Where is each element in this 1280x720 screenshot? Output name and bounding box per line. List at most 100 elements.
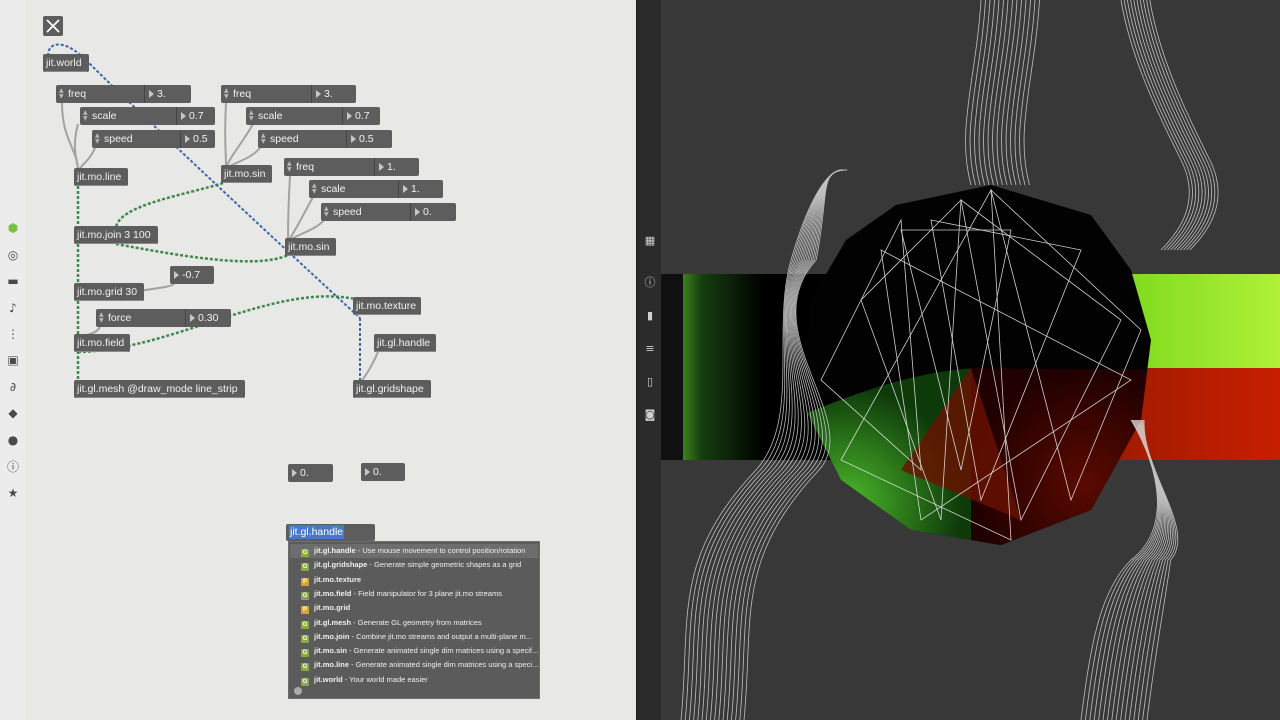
number-arrow-icon bbox=[415, 208, 420, 216]
number-arrow-icon bbox=[174, 271, 179, 279]
number-arrow-icon bbox=[292, 469, 297, 477]
autocomplete-item[interactable]: Gjit.gl.mesh - Generate GL geometry from… bbox=[290, 616, 538, 630]
object-label: jit.gl.gridshape bbox=[356, 383, 424, 395]
scale-attrui[interactable]: ▲ ▼ scale 0.7 bbox=[80, 107, 215, 125]
speed-attrui[interactable]: ▲ ▼ speed 0.5 bbox=[92, 130, 215, 148]
jit-gl-mesh-object[interactable]: jit.gl.mesh @draw_mode line_strip bbox=[74, 380, 245, 398]
autocomplete-item[interactable]: Pjit.mo.texture bbox=[290, 573, 538, 587]
autocomplete-item[interactable]: Gjit.mo.line - Generate animated single … bbox=[290, 658, 538, 672]
jit-mo-join-object[interactable]: jit.mo.join 3 100 bbox=[74, 226, 158, 244]
toggle-button[interactable] bbox=[43, 16, 63, 36]
speed-attrui[interactable]: ▲ ▼ speed 0. bbox=[321, 203, 456, 221]
autocomplete-item-name: jit.mo.sin bbox=[314, 646, 347, 656]
plug-icon[interactable]: ◆ bbox=[5, 405, 21, 421]
object-badge-icon: G bbox=[301, 563, 309, 572]
number-box-b[interactable]: 0. bbox=[361, 463, 405, 481]
attr-value[interactable]: 0.5 bbox=[346, 130, 374, 148]
attr-value[interactable]: 0.7 bbox=[176, 107, 204, 125]
autocomplete-item[interactable]: Gjit.gl.handle - Use mouse movement to c… bbox=[290, 544, 538, 558]
autocomplete-item[interactable]: Gjit.mo.sin - Generate animated single d… bbox=[290, 644, 538, 658]
freq-attrui[interactable]: ▲ ▼ freq 3. bbox=[221, 85, 356, 103]
jit-mo-grid-object[interactable]: jit.mo.grid 30 bbox=[74, 283, 144, 301]
number-box-a[interactable]: 0. bbox=[288, 464, 333, 482]
autocomplete-item[interactable]: Gjit.mo.join - Combine jit.mo streams an… bbox=[290, 630, 538, 644]
paperclip-icon[interactable]: ∂ bbox=[5, 379, 21, 395]
image-icon[interactable]: ▣ bbox=[5, 352, 21, 368]
jit-mo-line-object[interactable]: jit.mo.line bbox=[74, 168, 128, 186]
autocomplete-item[interactable]: Gjit.world - Your world made easier bbox=[290, 673, 538, 687]
jit-mo-sin-object[interactable]: jit.mo.sin bbox=[285, 238, 336, 256]
number-arrow-icon bbox=[181, 112, 186, 120]
jit-gl-handle-object[interactable]: jit.gl.handle bbox=[374, 334, 436, 352]
autocomplete-item-name: jit.gl.gridshape bbox=[314, 560, 368, 570]
camera-icon[interactable]: ◙ bbox=[642, 406, 658, 422]
autocomplete-item-name: jit.gl.handle bbox=[314, 546, 356, 555]
cube-icon[interactable]: ⬢ bbox=[5, 220, 21, 236]
grid-icon[interactable]: ▦ bbox=[642, 232, 658, 248]
speed-attrui[interactable]: ▲ ▼ speed 0.5 bbox=[258, 130, 392, 148]
attr-value[interactable]: 3. bbox=[144, 85, 166, 103]
autocomplete-item-name: jit.mo.line bbox=[314, 660, 350, 670]
scale-attrui[interactable]: ▲ ▼ scale 0.7 bbox=[246, 107, 380, 125]
autocomplete-item[interactable]: Gjit.mo.field - Field manipulator for 3 … bbox=[290, 587, 538, 601]
attr-value[interactable]: 0.7 bbox=[342, 107, 370, 125]
settings-dot-icon[interactable] bbox=[294, 687, 302, 695]
autocomplete-item[interactable]: Pjit.mo.grid bbox=[290, 601, 538, 615]
render-output bbox=[661, 0, 1280, 720]
object-badge-icon: G bbox=[301, 634, 309, 643]
object-badge-icon: G bbox=[301, 591, 309, 600]
autocomplete-item-name: jit.mo.field bbox=[314, 588, 352, 598]
freq-attrui[interactable]: ▲ ▼ freq 3. bbox=[56, 85, 191, 103]
note-icon[interactable]: ♪ bbox=[5, 300, 21, 316]
attr-value[interactable]: 3. bbox=[311, 85, 333, 103]
pin-icon[interactable]: ● bbox=[5, 432, 21, 448]
target-icon[interactable]: ◎ bbox=[5, 247, 21, 263]
scale-attrui[interactable]: ▲ ▼ scale 1. bbox=[309, 180, 443, 198]
jit-mo-texture-object[interactable]: jit.mo.texture bbox=[353, 297, 421, 315]
object-label: jit.mo.texture bbox=[356, 300, 417, 312]
new-object-box[interactable]: jit.gl.handle bbox=[286, 524, 375, 541]
patcher-canvas[interactable]: jit.world ▲ ▼ freq 3. ▲ ▼ scale 0.7 ▲ ▼ spe… bbox=[26, 0, 636, 720]
film-icon[interactable]: ▬ bbox=[5, 273, 21, 289]
attr-value[interactable]: 0. bbox=[410, 203, 432, 221]
object-label: jit.mo.grid 30 bbox=[77, 286, 138, 298]
autocomplete-item-description: - Field manipulator for 3 plane jit.mo s… bbox=[351, 588, 502, 598]
autocomplete-item-description: - Use mouse movement to control position… bbox=[355, 546, 526, 555]
freq-attrui[interactable]: ▲ ▼ freq 1. bbox=[284, 158, 419, 176]
autocomplete-item[interactable]: Gjit.gl.gridshape - Generate simple geom… bbox=[290, 558, 538, 572]
attr-value[interactable]: 1. bbox=[398, 180, 420, 198]
attr-value[interactable]: 1. bbox=[374, 158, 396, 176]
jit-gl-gridshape-object[interactable]: jit.gl.gridshape bbox=[353, 380, 431, 398]
autocomplete-menu[interactable]: Gjit.gl.handle - Use mouse movement to c… bbox=[288, 541, 540, 699]
new-object-text[interactable]: jit.gl.handle bbox=[289, 525, 345, 539]
attr-name: freq bbox=[233, 88, 252, 100]
force-attrui[interactable]: ▲ ▼ force 0.30 bbox=[96, 309, 231, 327]
object-badge-icon: G bbox=[301, 663, 309, 672]
step-icon[interactable]: ⋮ bbox=[5, 326, 21, 342]
attr-value[interactable]: 0.5 bbox=[180, 130, 208, 148]
info-icon[interactable]: ⓘ bbox=[642, 274, 658, 290]
attr-name: scale bbox=[258, 110, 283, 122]
jit-mo-field-object[interactable]: jit.mo.field bbox=[74, 334, 130, 352]
attr-value[interactable]: 0.30 bbox=[185, 309, 218, 327]
object-badge-icon: G bbox=[301, 649, 309, 658]
jit-world-render-window[interactable] bbox=[661, 0, 1280, 720]
object-label: jit.mo.join 3 100 bbox=[77, 229, 151, 241]
patcher-badge-icon: P bbox=[301, 577, 309, 586]
book-icon[interactable]: ▮ bbox=[642, 307, 658, 323]
star-icon[interactable]: ★ bbox=[5, 485, 21, 501]
jit-mo-sin-object[interactable]: jit.mo.sin bbox=[221, 165, 272, 183]
book-open-icon[interactable]: ▯ bbox=[642, 373, 658, 389]
number-arrow-icon bbox=[190, 314, 195, 322]
autocomplete-item-name: jit.world bbox=[314, 674, 343, 684]
patcher-badge-icon: P bbox=[301, 606, 309, 615]
number-arrow-icon bbox=[365, 468, 370, 476]
attr-name: speed bbox=[333, 206, 362, 218]
jit-world-object[interactable]: jit.world bbox=[43, 54, 89, 72]
list-icon[interactable]: ≡ bbox=[642, 340, 658, 356]
info-icon[interactable]: ⓘ bbox=[5, 458, 21, 474]
grid-number-box[interactable]: -0.7 bbox=[170, 266, 214, 284]
attr-name: speed bbox=[104, 133, 133, 145]
autocomplete-item-name: jit.mo.join bbox=[314, 631, 350, 641]
autocomplete-item-description: - Generate GL geometry from matrices bbox=[351, 617, 482, 627]
